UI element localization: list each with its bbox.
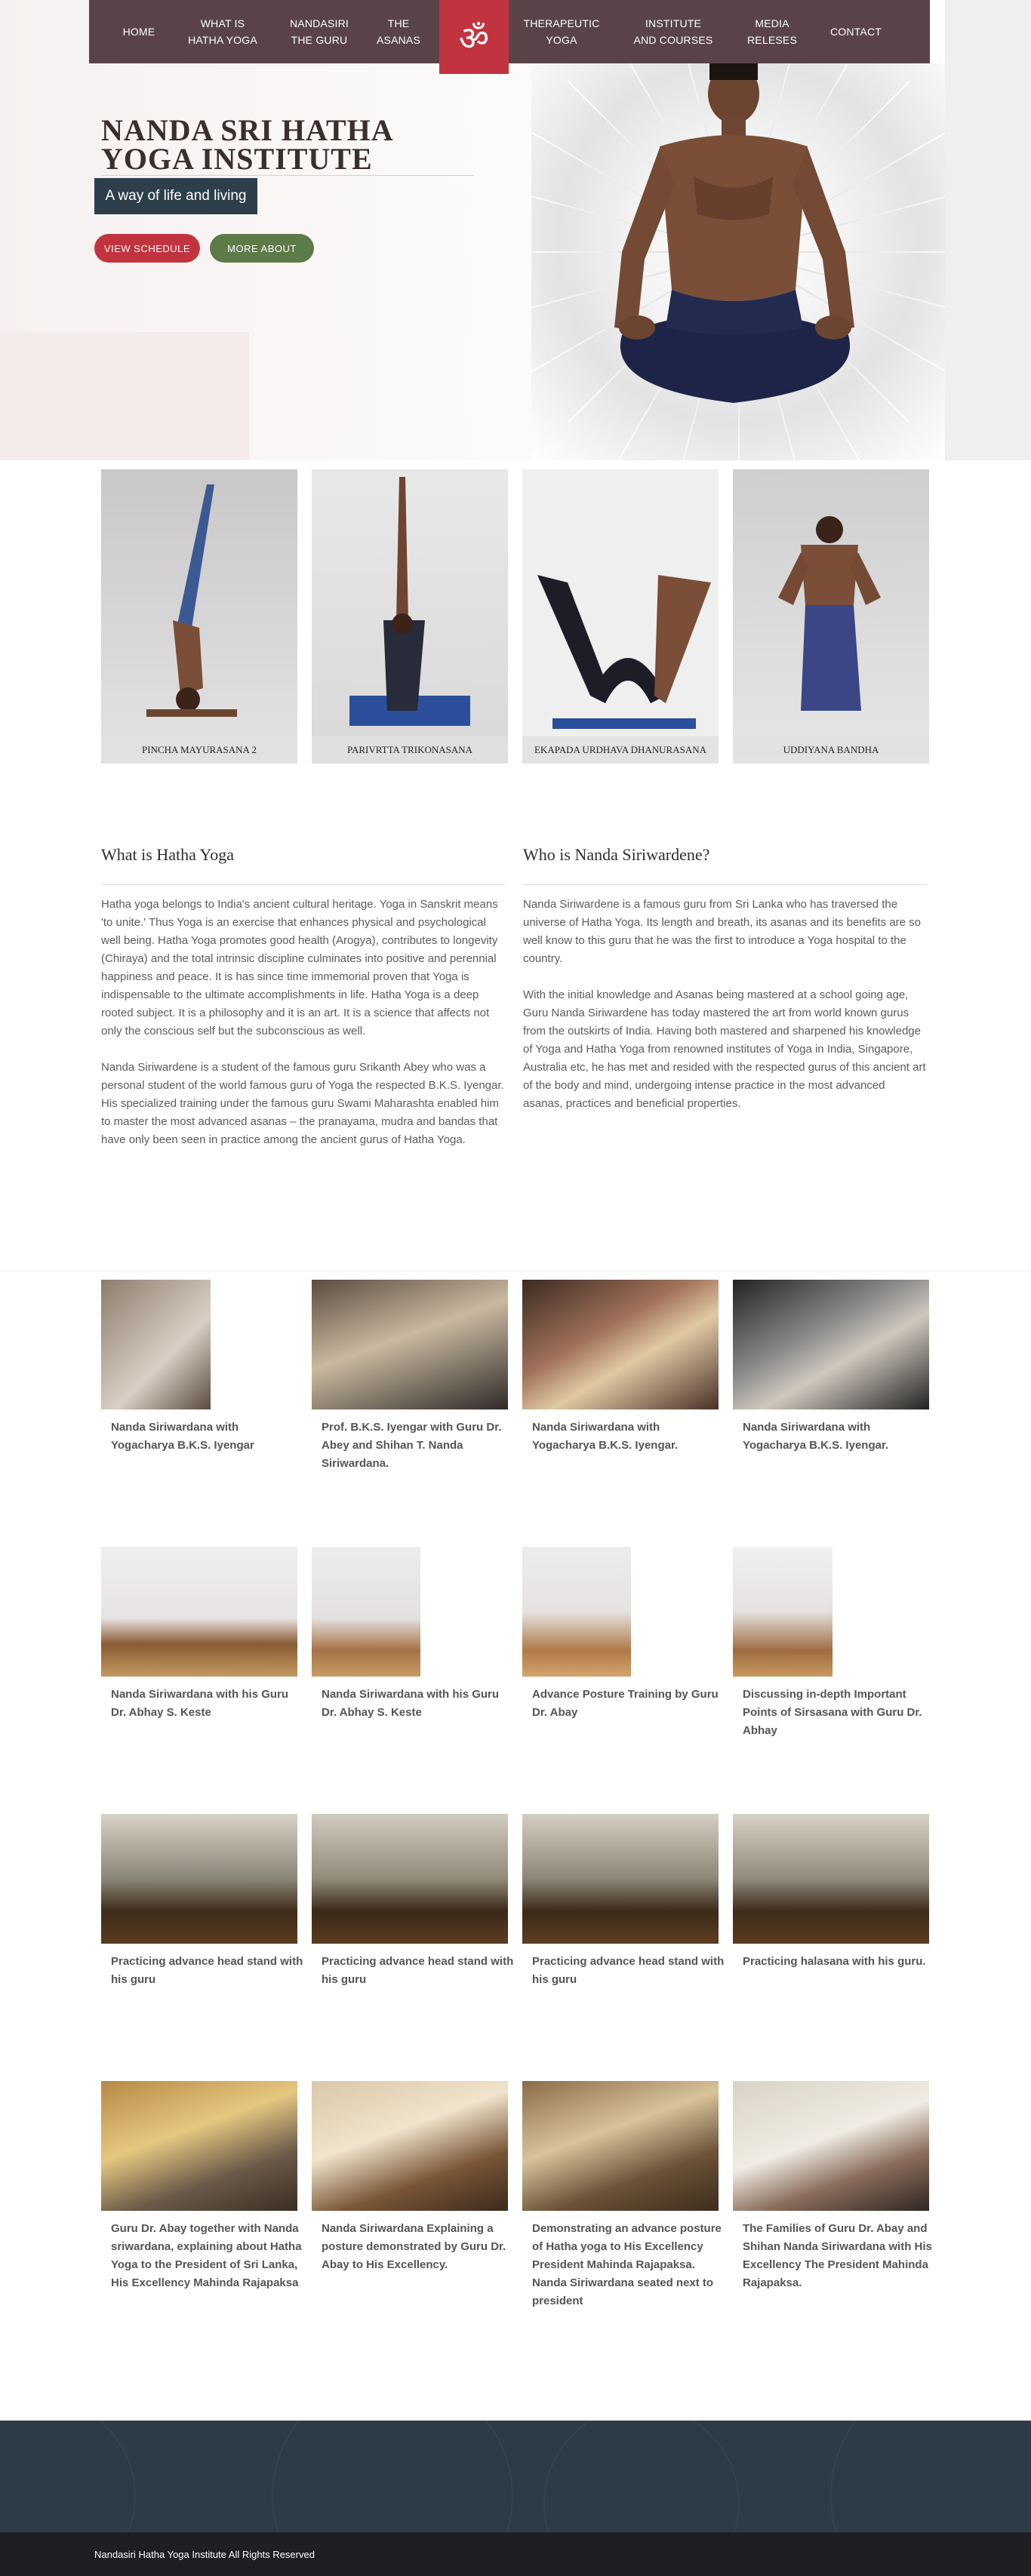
gallery-caption: Prof. B.K.S. Iyengar with Guru Dr. Abey …	[322, 1421, 502, 1470]
hero-section: NANDA SRI HATHA YOGA INSTITUTE A way of …	[0, 0, 1031, 460]
asana-figure	[537, 575, 711, 729]
gallery-photo[interactable]	[733, 1280, 929, 1409]
footer	[0, 2421, 1031, 2532]
what-is-hatha-yoga-section: What is Hatha Yoga Hatha yoga belongs to…	[101, 845, 505, 1167]
asana-label: EKAPADA URDHAVA DHANURASANA	[522, 736, 719, 764]
who-is-nanda-section: Who is Nanda Siriwardene? Nanda Siriward…	[523, 845, 927, 1131]
nav-nandasiri-the-guru[interactable]: NANDASIRI THE GURU	[278, 0, 361, 63]
gallery-caption: Advance Posture Training by Guru Dr. Aba…	[532, 1688, 719, 1719]
gallery-photo[interactable]	[733, 1814, 929, 1944]
gallery-caption: Nanda Siriwardana with Yogacharya B.K.S.…	[743, 1421, 889, 1452]
gallery-photo[interactable]	[312, 2081, 508, 2211]
asana-label: PINCHA MAYURASANA 2	[101, 736, 297, 764]
nav-therapeutic-yoga[interactable]: THERAPEUTIC YOGA	[516, 0, 607, 63]
gallery-caption: Nanda Siriwardana Explaining a posture d…	[322, 2222, 506, 2271]
gallery-photo[interactable]	[522, 2081, 719, 2211]
page: { "nav": { "items": ["HOME", "WHAT IS\nH…	[0, 0, 1031, 2576]
gallery-caption: Practicing advance head stand with his g…	[111, 1955, 303, 1986]
tagline-badge: A way of life and living	[94, 178, 257, 214]
nav-home[interactable]: HOME	[112, 0, 166, 63]
copyright-text: Nandasiri Hatha Yoga Institute All Right…	[94, 2549, 315, 2560]
heading-divider	[523, 884, 927, 885]
gallery-caption: Guru Dr. Abay together with Nanda sriwar…	[111, 2222, 302, 2289]
paragraph: Nanda Siriwardene is a student of the fa…	[101, 1061, 504, 1146]
heading-divider	[101, 884, 505, 885]
paragraph: Hatha yoga belongs to India's ancient cu…	[101, 898, 498, 1037]
nav-media-releses[interactable]: MEDIA RELESES	[731, 0, 814, 63]
gallery-caption: Practicing advance head stand with his g…	[322, 1955, 514, 1986]
asana-card[interactable]: UDDIYANA BANDHA	[733, 469, 929, 764]
gallery-photo[interactable]	[522, 1280, 719, 1409]
title-divider	[101, 175, 474, 176]
asana-card[interactable]: PARIVRTTA TRIKONASANA	[312, 469, 508, 764]
gallery-photo[interactable]	[101, 2081, 297, 2211]
gallery-caption: Nanda Siriwardana with his Guru Dr. Abha…	[322, 1688, 500, 1719]
gallery-photo[interactable]	[312, 1547, 420, 1677]
gallery-photo[interactable]	[522, 1814, 719, 1944]
section-heading: Who is Nanda Siriwardene?	[523, 845, 710, 864]
main-nav: HOME WHAT IS HATHA YOGA NANDASIRI THE GU…	[89, 0, 930, 74]
gallery-caption: Discussing in-depth Important Points of …	[743, 1688, 922, 1737]
site-title: NANDA SRI HATHA YOGA INSTITUTE	[101, 113, 392, 176]
gallery-photo[interactable]	[312, 1814, 508, 1944]
paragraph: With the initial knowledge and Asanas be…	[523, 988, 926, 1110]
gallery-photo[interactable]	[101, 1547, 297, 1677]
copyright-bar: Nandasiri Hatha Yoga Institute All Right…	[0, 2532, 1031, 2576]
gallery-photo[interactable]	[101, 1814, 297, 1944]
footer-pattern	[0, 2421, 136, 2532]
gallery-photo[interactable]	[312, 1280, 508, 1409]
hero-decor-right	[945, 0, 1031, 460]
gallery-photo[interactable]	[522, 1547, 631, 1677]
asana-label: PARIVRTTA TRIKONASANA	[312, 736, 508, 764]
view-schedule-button[interactable]: VIEW SCHEDULE	[94, 234, 200, 263]
gallery-photo[interactable]	[101, 1280, 211, 1409]
footer-pattern	[272, 2421, 513, 2532]
asana-label: UDDIYANA BANDHA	[733, 736, 929, 764]
gallery-caption: Nanda Siriwardana with his Guru Dr. Abha…	[111, 1688, 289, 1719]
paragraph: Nanda Siriwardene is a famous guru from …	[523, 898, 922, 965]
gallery-caption: Practicing advance head stand with his g…	[532, 1955, 725, 1986]
more-about-button[interactable]: MORE ABOUT	[210, 234, 314, 263]
nav-institute-and-courses[interactable]: INSTITUTE AND COURSES	[620, 0, 726, 63]
asana-figure	[778, 516, 881, 711]
asana-figure	[146, 484, 237, 717]
asana-card[interactable]: EKAPADA URDHAVA DHANURASANA	[522, 469, 719, 764]
gallery-caption: Demonstrating an advance posture of Hath…	[532, 2222, 722, 2307]
gallery-caption: Nanda Siriwardana with Yogacharya B.K.S.…	[111, 1421, 254, 1452]
nav-what-is-hatha-yoga[interactable]: WHAT IS HATHA YOGA	[181, 0, 264, 63]
nav-the-asanas[interactable]: THE ASANAS	[368, 0, 429, 63]
nav-contact[interactable]: CONTACT	[818, 0, 894, 63]
section-heading: What is Hatha Yoga	[101, 845, 234, 864]
footer-pattern	[830, 2421, 1031, 2532]
hero-decor	[0, 332, 249, 460]
asana-card[interactable]: PINCHA MAYURASANA 2	[101, 469, 297, 764]
asana-figure	[349, 477, 470, 726]
om-logo-icon[interactable]: ॐ	[439, 0, 509, 74]
gallery-caption: Practicing halasana with his guru.	[743, 1955, 926, 1968]
gallery-caption: Nanda Siriwardana with Yogacharya B.K.S.…	[532, 1421, 679, 1452]
gallery-photo[interactable]	[733, 1547, 832, 1677]
hero-guru-photo	[531, 63, 945, 460]
gallery-caption: The Families of Guru Dr. Abay and Shihan…	[743, 2222, 932, 2289]
footer-pattern	[543, 2421, 740, 2532]
gallery-photo[interactable]	[733, 2081, 929, 2211]
